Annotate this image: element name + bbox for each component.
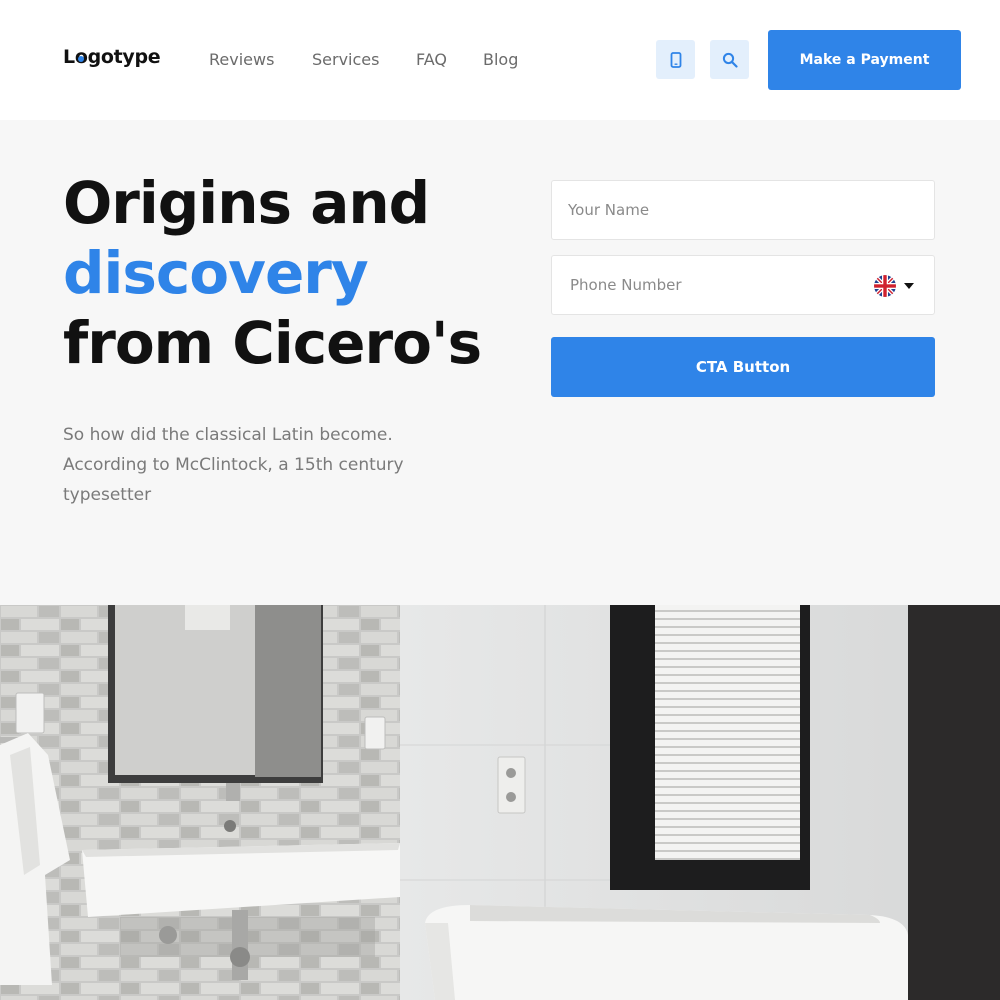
phone-field xyxy=(551,255,935,315)
nav-reviews[interactable]: Reviews xyxy=(209,50,274,69)
hero-subtext: So how did the classical Latin become. A… xyxy=(63,425,404,505)
hero-headline: Origins and discovery from Cicero's xyxy=(63,168,482,378)
phone-icon xyxy=(670,51,681,68)
headline-line-1: Origins and xyxy=(63,169,430,237)
cta-button[interactable]: CTA Button xyxy=(551,337,935,397)
search-button[interactable] xyxy=(710,40,749,79)
chevron-down-icon xyxy=(904,283,914,289)
nav-blog[interactable]: Blog xyxy=(483,50,518,69)
headline-accent: discovery xyxy=(63,239,369,307)
make-payment-button[interactable]: Make a Payment xyxy=(768,30,961,90)
headline-line-3: from Cicero's xyxy=(63,309,482,377)
phone-button[interactable] xyxy=(656,40,695,79)
country-selector[interactable] xyxy=(874,275,914,297)
bathroom-image xyxy=(0,605,1000,1000)
search-icon xyxy=(722,52,738,68)
site-header: Logotype Reviews Services FAQ Blog Make … xyxy=(0,0,1000,120)
logo-text: Logotype xyxy=(63,46,161,68)
nav-services[interactable]: Services xyxy=(312,50,379,69)
logo[interactable]: Logotype xyxy=(63,46,161,68)
uk-flag-icon xyxy=(874,275,896,297)
nav-faq[interactable]: FAQ xyxy=(416,50,447,69)
bathroom-photo xyxy=(0,605,1000,1000)
hero-section: Origins and discovery from Cicero's So h… xyxy=(0,120,1000,605)
name-field xyxy=(551,180,935,240)
name-input[interactable] xyxy=(552,181,934,239)
